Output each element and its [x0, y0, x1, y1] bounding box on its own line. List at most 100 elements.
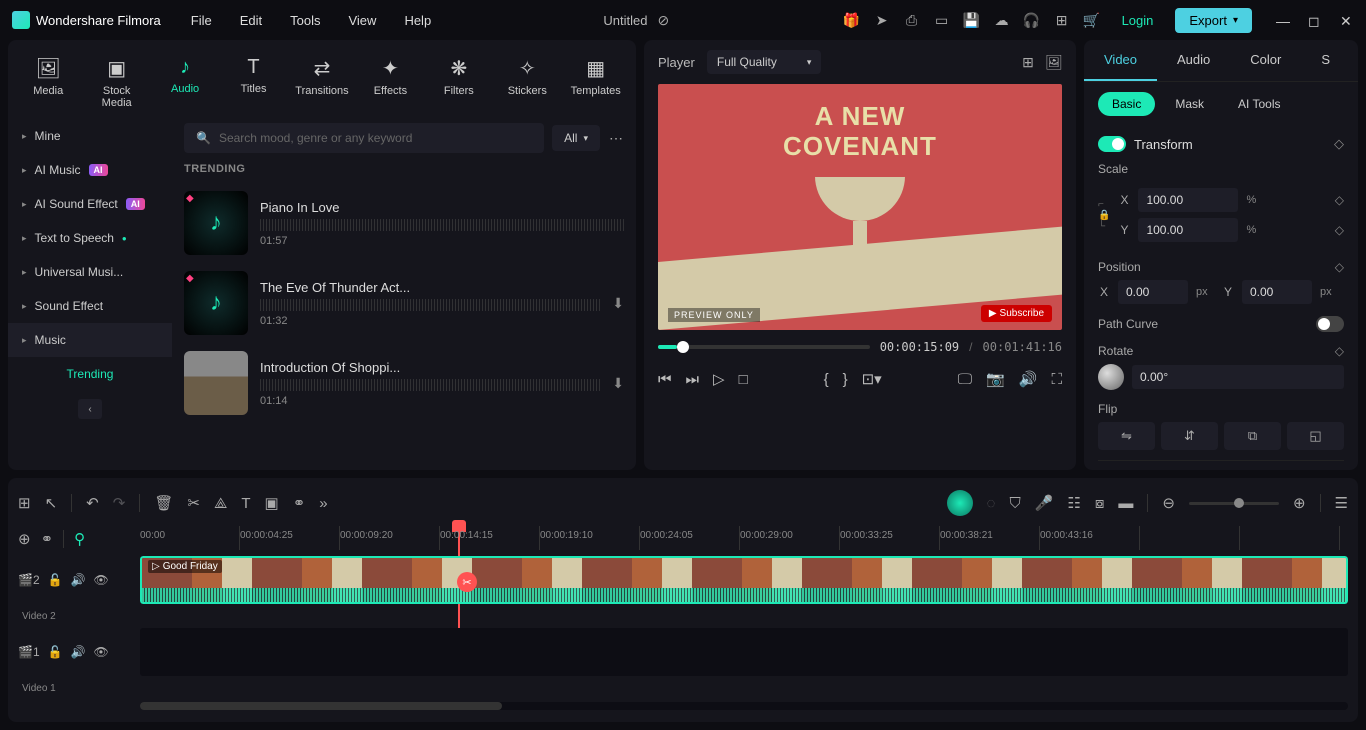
tab-transitions[interactable]: ⇄Transitions — [290, 50, 354, 115]
tab-effects[interactable]: ✦Effects — [358, 50, 422, 115]
visibility-icon[interactable]: 👁 — [94, 645, 109, 659]
flip-h-button[interactable]: ⇋ — [1098, 422, 1155, 450]
frame-icon[interactable]: ▣ — [265, 494, 279, 512]
pos-y-input[interactable] — [1242, 280, 1312, 304]
gift-icon[interactable]: 🎁 — [844, 12, 860, 28]
scrub-bar[interactable] — [658, 345, 870, 349]
tab-titles[interactable]: TTitles — [221, 50, 285, 115]
filter-dropdown[interactable]: All▾ — [552, 125, 600, 151]
maximize-icon[interactable]: ◻ — [1308, 13, 1322, 27]
subtab-mask[interactable]: Mask — [1161, 92, 1218, 116]
video-track-icon[interactable]: 🎬2 — [18, 573, 40, 587]
zoom-slider[interactable] — [1189, 502, 1279, 505]
magnet-icon[interactable]: ⚲ — [74, 530, 85, 548]
mark-out-icon[interactable]: } — [843, 371, 848, 388]
keyframe-icon[interactable]: ◇ — [1335, 193, 1344, 207]
cloud-icon[interactable]: ☁ — [994, 12, 1010, 28]
redo-icon[interactable]: ↷ — [113, 494, 126, 512]
category-aimusic[interactable]: ▸AI MusicAI — [8, 153, 172, 187]
category-aisoundeffect[interactable]: ▸AI Sound EffectAI — [8, 187, 172, 221]
close-icon[interactable]: ✕ — [1340, 13, 1354, 27]
zoom-in-icon[interactable]: ⊕ — [1293, 494, 1306, 512]
text-icon[interactable]: T — [241, 495, 250, 512]
keyframe-icon[interactable]: ◇ — [1335, 223, 1344, 237]
volume-icon[interactable]: 🔊 — [1019, 370, 1038, 388]
screen-icon[interactable]: ▭ — [934, 12, 950, 28]
snapshot-icon[interactable]: 📷 — [986, 370, 1005, 388]
preview-viewport[interactable]: A NEWCOVENANT PREVIEW ONLY ▶Subscribe — [658, 84, 1062, 330]
flip-reset-button[interactable]: ◱ — [1287, 422, 1344, 450]
lock-icon[interactable]: 🔓 — [48, 645, 63, 659]
image-icon[interactable]: 🖼 — [1046, 54, 1062, 70]
crop-icon[interactable]: ⟁ — [214, 495, 227, 512]
keyframe-icon[interactable]: ◇ — [1335, 344, 1344, 358]
category-soundeffect[interactable]: ▸Sound Effect — [8, 289, 172, 323]
scale-x-input[interactable] — [1138, 188, 1238, 212]
flip-copy-button[interactable]: ⧉ — [1224, 422, 1281, 450]
path-curve-toggle[interactable] — [1316, 316, 1344, 332]
grid-view-icon[interactable]: ⊞ — [1020, 54, 1036, 70]
pointer-icon[interactable]: ↖ — [45, 494, 58, 512]
link-scale-icon[interactable]: ⌐🔒└ — [1098, 199, 1110, 232]
more-icon[interactable]: ⋯ — [608, 130, 624, 146]
minimize-icon[interactable]: — — [1276, 13, 1290, 27]
ratio-icon[interactable]: ⊡▾ — [862, 370, 882, 388]
tab-audio[interactable]: Audio — [1157, 40, 1230, 81]
display-icon[interactable]: 🖵 — [958, 371, 972, 388]
keyframe-icon[interactable]: ◇ — [1334, 136, 1344, 152]
collapse-sidebar-icon[interactable]: ‹ — [78, 399, 102, 419]
tab-filters[interactable]: ❋Filters — [427, 50, 491, 115]
audio-item[interactable]: Introduction Of Shoppi...01:14⬇ — [184, 343, 624, 423]
track-body[interactable] — [140, 628, 1348, 676]
cloud-sync-icon[interactable]: ⊘ — [655, 12, 671, 28]
fullscreen-icon[interactable]: ⛶ — [1051, 371, 1062, 388]
audio-item[interactable]: ◆♪Piano In Love01:57 — [184, 183, 624, 263]
track-add-icon[interactable]: ⊕ — [18, 530, 31, 548]
search-input[interactable]: 🔍 Search mood, genre or any keyword — [184, 123, 544, 153]
visibility-icon[interactable]: 👁 — [94, 573, 109, 587]
login-button[interactable]: Login — [1114, 9, 1162, 32]
shield-icon[interactable]: ⛉ — [1009, 495, 1020, 512]
undo-icon[interactable]: ↶ — [86, 494, 99, 512]
track-body[interactable]: ▷ Good Friday ✂ — [140, 556, 1348, 604]
pos-x-input[interactable] — [1118, 280, 1188, 304]
device-icon[interactable]: ⎙ — [904, 12, 920, 28]
trending-link[interactable]: Trending — [8, 357, 172, 391]
record-icon[interactable]: ⧇ — [1095, 495, 1105, 512]
video-clip[interactable]: ▷ Good Friday ✂ — [140, 556, 1348, 604]
menu-file[interactable]: File — [191, 13, 212, 28]
flip-v-button[interactable]: ⇵ — [1161, 422, 1218, 450]
menu-edit[interactable]: Edit — [240, 13, 262, 28]
mixer-icon[interactable]: ☷ — [1067, 494, 1080, 512]
rotate-input[interactable] — [1132, 365, 1344, 389]
tab-color[interactable]: Color — [1230, 40, 1301, 81]
subtab-aitools[interactable]: AI Tools — [1224, 92, 1294, 116]
rotate-knob[interactable] — [1098, 364, 1124, 390]
send-icon[interactable]: ➤ — [874, 12, 890, 28]
scale-y-input[interactable] — [1138, 218, 1238, 242]
cut-icon[interactable]: ✂ — [187, 494, 200, 512]
export-button[interactable]: Export▾ — [1175, 8, 1252, 33]
prev-frame-icon[interactable]: ⏮ — [658, 371, 672, 388]
category-texttospeech[interactable]: ▸Text to Speech● — [8, 221, 172, 255]
tab-templates[interactable]: ▦Templates — [564, 50, 628, 115]
download-icon[interactable]: ⬇ — [612, 375, 624, 392]
zoom-out-icon[interactable]: ⊖ — [1162, 494, 1175, 512]
stop-icon[interactable]: □ — [739, 371, 748, 388]
more-tools-icon[interactable]: » — [319, 495, 327, 512]
mute-icon[interactable]: 🔊 — [71, 645, 86, 659]
audio-item[interactable]: ◆♪The Eve Of Thunder Act...01:32⬇ — [184, 263, 624, 343]
lock-icon[interactable]: 🔓 — [48, 573, 63, 587]
layout-icon[interactable]: ⊞ — [18, 494, 31, 512]
delete-icon[interactable]: 🗑 — [154, 494, 173, 512]
tab-stickers[interactable]: ✧Stickers — [495, 50, 559, 115]
tab-more[interactable]: S — [1301, 40, 1350, 81]
quality-dropdown[interactable]: Full Quality▾ — [707, 50, 822, 74]
mark-in-icon[interactable]: { — [824, 371, 829, 388]
next-frame-icon[interactable]: ⏭ — [686, 371, 700, 388]
mic-icon[interactable]: 🎤 — [1035, 494, 1054, 512]
track-link-icon[interactable]: ⚭ — [41, 530, 54, 548]
timeline-scrollbar[interactable] — [140, 702, 1348, 710]
tab-audio[interactable]: ♪Audio — [153, 50, 217, 115]
tab-video[interactable]: Video — [1084, 40, 1157, 81]
